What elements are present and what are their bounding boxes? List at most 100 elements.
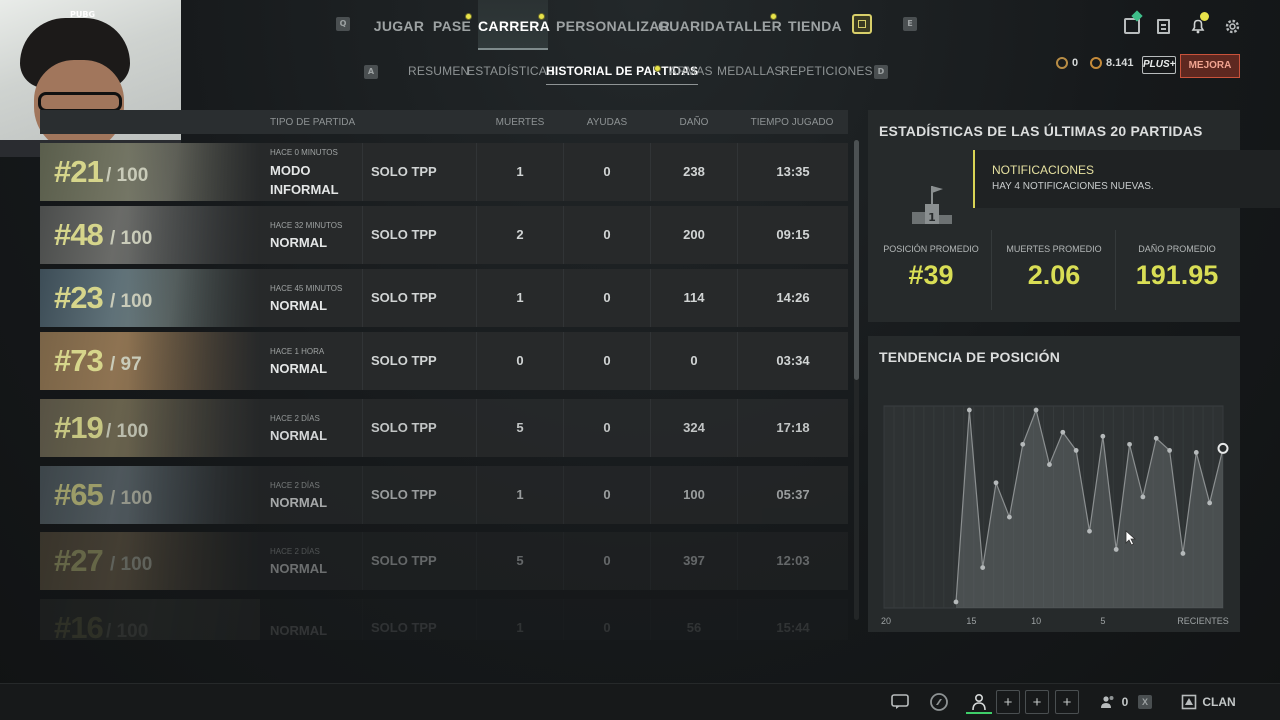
plus-badge[interactable]: PLUS+ (1142, 56, 1176, 74)
header-assists: AYUDAS (586, 117, 628, 128)
chat-icon[interactable] (889, 690, 911, 714)
subnav-left-key[interactable]: A (364, 65, 378, 79)
coin-icon (1056, 57, 1068, 70)
time-cell: 05:37 (737, 466, 848, 524)
party-leader-icon[interactable] (966, 690, 992, 714)
svg-text:1: 1 (928, 211, 936, 224)
kills-cell: 5 (476, 399, 563, 457)
avg-kills-label: MUERTES PROMEDIO (1006, 244, 1102, 254)
chart-x-tick-label: 10 (1031, 616, 1041, 626)
add-party-member-button[interactable]: + (996, 690, 1020, 714)
tab-pase[interactable]: PASE (432, 0, 472, 50)
storage-icon[interactable] (1124, 10, 1143, 34)
compass-icon[interactable] (928, 690, 950, 714)
table-row[interactable]: #27 / 100 HACE 2 DÍAS NORMAL SOLO TPP 5 … (40, 532, 848, 590)
placement: #21 (54, 154, 104, 189)
chart-point (1087, 528, 1092, 534)
mouse-cursor-icon (1125, 530, 1137, 546)
missions-icon[interactable] (1157, 19, 1170, 34)
notification-toast[interactable]: NOTIFICACIONES HAY 4 NOTIFICACIONES NUEV… (973, 150, 1280, 208)
damage-cell: 56 (650, 599, 737, 640)
historial-badge-icon (654, 65, 661, 72)
pass-token-icon[interactable] (852, 14, 872, 34)
notification-title: NOTIFICACIONES (992, 163, 1095, 177)
tab-armas[interactable]: ARMAS (669, 64, 713, 78)
chart-point (1193, 450, 1199, 455)
tab-resumen[interactable]: RESUMEN (408, 64, 469, 78)
table-row[interactable]: #48 / 100 HACE 32 MINUTOS NORMAL SOLO TP… (40, 206, 848, 264)
damage-cell: 100 (650, 466, 737, 524)
table-row[interactable]: #19 / 100 HACE 2 DÍAS NORMAL SOLO TPP 5 … (40, 399, 848, 457)
gear-icon[interactable] (1224, 18, 1241, 35)
match-time-ago: HACE 0 MINUTOS (270, 148, 338, 157)
bp-coin-icon (1090, 57, 1102, 70)
damage-cell: 0 (650, 332, 737, 390)
match-mode: NORMAL (270, 235, 328, 250)
avg-position-value: #39 (908, 260, 954, 290)
time-cell: 13:35 (737, 143, 848, 201)
friends-icon[interactable] (1099, 690, 1117, 714)
tab-jugar[interactable]: JUGAR (372, 0, 426, 50)
kills-cell: 1 (476, 466, 563, 524)
tab-medallas[interactable]: MEDALLAS (717, 64, 783, 78)
chart-point (1167, 448, 1172, 453)
add-party-member-button[interactable]: + (1055, 690, 1079, 714)
kills-cell: 0 (476, 332, 563, 390)
placement: #27 (54, 543, 104, 578)
tab-tienda[interactable]: TIENDA (788, 0, 842, 50)
webcam-glasses (38, 92, 122, 112)
chart-point (1060, 429, 1066, 435)
placement-total: / 100 (106, 421, 149, 442)
match-type: SOLO TPP (362, 206, 476, 264)
assists-cell: 0 (563, 143, 650, 201)
upgrade-button[interactable]: MEJORA (1180, 54, 1240, 78)
pase-badge-icon (465, 13, 472, 20)
chart-point-latest (1217, 442, 1229, 454)
match-time-ago: HACE 45 MINUTOS (270, 284, 343, 293)
placement: #23 (54, 280, 104, 315)
match-type: SOLO TPP (362, 332, 476, 390)
damage-cell: 397 (650, 532, 737, 590)
chart-point (953, 599, 959, 605)
placement-total: / 100 (106, 621, 149, 640)
tab-repeticiones[interactable]: REPETICIONES (781, 64, 873, 78)
kills-cell: 2 (476, 206, 563, 264)
placement-total: / 100 (106, 165, 149, 186)
x-key-icon[interactable]: X (1138, 690, 1152, 714)
table-row[interactable]: #16 / 100 NORMAL SOLO TPP 1 0 56 15:44 (40, 599, 848, 640)
assists-cell: 0 (563, 332, 650, 390)
clan-label[interactable]: CLAN (1202, 690, 1236, 714)
chart-point (980, 565, 986, 570)
header-kills: MUERTES (495, 117, 545, 128)
chart-point (1127, 441, 1132, 447)
match-mode: NORMAL (270, 361, 328, 376)
table-row[interactable]: #65 / 100 HACE 2 DÍAS NORMAL SOLO TPP 1 … (40, 466, 848, 524)
table-row[interactable]: #23 / 100 HACE 45 MINUTOS NORMAL SOLO TP… (40, 269, 848, 327)
header-time: TIEMPO JUGADO (750, 117, 834, 128)
nav-left-key[interactable]: Q (336, 17, 350, 31)
scrollbar-thumb[interactable] (854, 140, 859, 380)
bell-icon[interactable] (1190, 12, 1209, 34)
match-mode: NORMAL (270, 495, 328, 510)
match-type: SOLO TPP (362, 532, 476, 590)
tab-estadisticas[interactable]: ESTADÍSTICAS (467, 64, 555, 78)
placement-total: / 100 (110, 291, 153, 312)
avg-kills-value: 2.06 (1027, 260, 1081, 290)
time-cell: 14:26 (737, 269, 848, 327)
tab-personalizar[interactable]: PERSONALIZAR (556, 0, 670, 50)
tab-carrera[interactable]: CARRERA (478, 0, 550, 50)
stat-divider (991, 230, 992, 310)
kills-cell: 1 (476, 599, 563, 640)
chart-point (1047, 462, 1052, 467)
assists-cell: 0 (563, 206, 650, 264)
tab-guarida[interactable]: GUARIDA (658, 0, 725, 50)
tab-taller[interactable]: TALLER (726, 0, 782, 50)
clan-icon[interactable] (1180, 690, 1198, 714)
table-row[interactable]: #21 / 100 HACE 0 MINUTOS MODO INFORMAL S… (40, 143, 848, 201)
currency-b: 8.141 (1090, 57, 1134, 77)
nav-right-key[interactable]: E (903, 17, 917, 31)
table-row[interactable]: #73 / 97 HACE 1 HORA NORMAL SOLO TPP 0 0… (40, 332, 848, 390)
chart-point (966, 407, 972, 413)
add-party-member-button[interactable]: + (1025, 690, 1049, 714)
subnav-right-key[interactable]: D (874, 65, 888, 79)
